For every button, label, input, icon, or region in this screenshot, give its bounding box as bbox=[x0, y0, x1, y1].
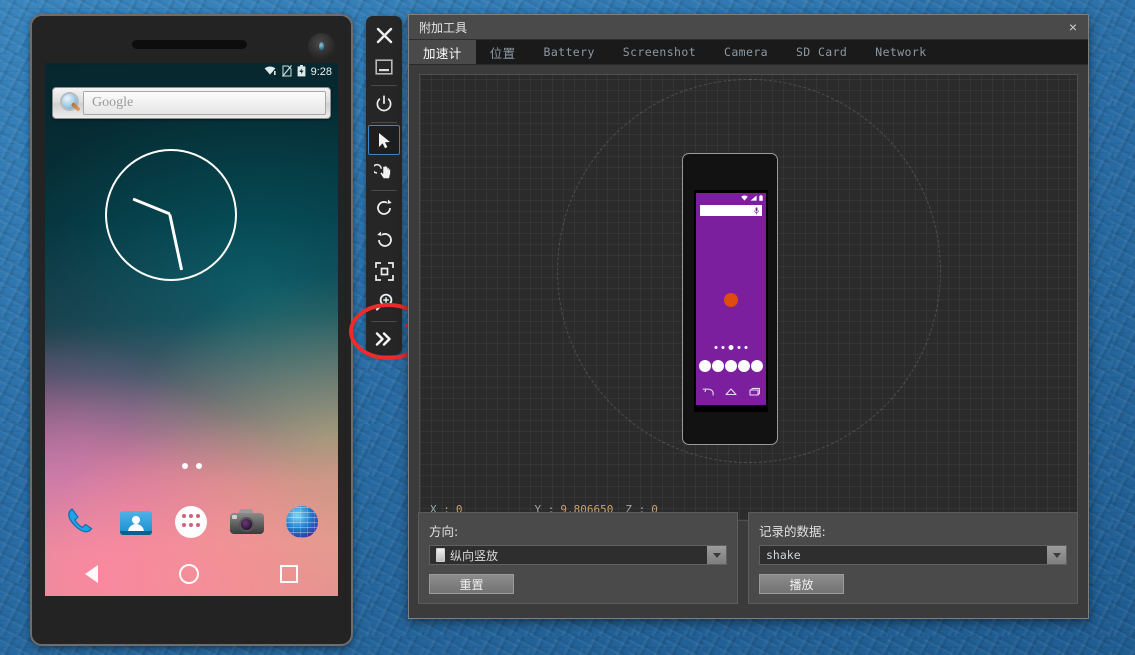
tab-sd-card[interactable]: SD Card bbox=[782, 40, 861, 64]
toolbar-divider bbox=[371, 121, 397, 123]
phone-model-screen bbox=[694, 190, 768, 412]
reset-button[interactable]: 重置 bbox=[429, 574, 514, 594]
search-input[interactable]: Google bbox=[83, 91, 326, 115]
touch-gesture-icon[interactable] bbox=[368, 157, 400, 187]
orientation-selected-value: 纵向竖放 bbox=[450, 548, 499, 563]
clock-hour-hand bbox=[132, 198, 171, 216]
phone-model-home bbox=[696, 193, 766, 405]
close-icon[interactable] bbox=[368, 21, 400, 51]
toolbar-divider bbox=[371, 189, 397, 191]
power-icon[interactable] bbox=[368, 89, 400, 119]
toolbar-divider bbox=[371, 85, 397, 86]
battery-icon bbox=[759, 195, 763, 201]
back-icon bbox=[702, 387, 714, 396]
recorded-data-selected-value: shake bbox=[766, 548, 801, 562]
device-speaker-grille bbox=[132, 40, 247, 49]
chevron-down-icon[interactable] bbox=[1047, 546, 1066, 564]
contacts-icon[interactable] bbox=[117, 503, 155, 541]
phone-model-search-bar bbox=[700, 205, 762, 216]
wifi-icon bbox=[264, 65, 277, 79]
rotate-left-icon[interactable] bbox=[368, 193, 400, 223]
orientation-select[interactable]: 纵向竖放 bbox=[429, 545, 727, 565]
browser-icon[interactable] bbox=[283, 503, 321, 541]
no-sim-icon bbox=[281, 64, 292, 80]
window-title: 附加工具 bbox=[419, 20, 468, 35]
analog-clock-widget[interactable] bbox=[105, 149, 237, 281]
rotate-right-icon[interactable] bbox=[368, 225, 400, 255]
window-title-bar: 附加工具 × bbox=[409, 15, 1088, 40]
recorded-data-panel: 记录的数据: shake 播放 bbox=[748, 512, 1078, 604]
microphone-icon bbox=[754, 206, 759, 214]
minimize-icon[interactable] bbox=[368, 53, 400, 83]
camera-icon[interactable] bbox=[228, 503, 266, 541]
search-icon bbox=[57, 91, 83, 115]
phone-model-status-bar bbox=[741, 195, 763, 201]
close-icon[interactable]: × bbox=[1064, 18, 1082, 36]
tab-camera[interactable]: Camera bbox=[710, 40, 782, 64]
play-button[interactable]: 播放 bbox=[759, 574, 844, 594]
chevron-down-icon[interactable] bbox=[707, 546, 726, 564]
tab-bar: 加速计 位置 Battery Screenshot Camera SD Card… bbox=[409, 40, 1088, 65]
phone-model-page-dots bbox=[714, 345, 748, 350]
home-icon[interactable] bbox=[178, 564, 199, 584]
battery-icon bbox=[297, 64, 306, 80]
recorded-data-select[interactable]: shake bbox=[759, 545, 1067, 565]
fullscreen-icon[interactable] bbox=[368, 256, 400, 286]
device-screen[interactable]: 9:28 Google bbox=[45, 63, 338, 596]
signal-icon bbox=[750, 195, 757, 201]
phone-3d-model[interactable] bbox=[682, 153, 778, 445]
navigation-bar bbox=[45, 552, 338, 596]
portrait-phone-icon bbox=[436, 548, 445, 562]
clock-minute-hand bbox=[168, 213, 184, 271]
recents-icon bbox=[749, 387, 761, 396]
status-clock: 9:28 bbox=[310, 66, 332, 78]
page-dot bbox=[195, 463, 202, 469]
back-icon[interactable] bbox=[85, 565, 99, 583]
tab-location[interactable]: 位置 bbox=[476, 40, 530, 64]
recorded-data-label: 记录的数据: bbox=[759, 524, 826, 539]
apps-icon[interactable] bbox=[172, 503, 210, 541]
phone-model-nav-bar bbox=[696, 381, 766, 401]
page-dot bbox=[181, 463, 188, 469]
device-front-camera bbox=[308, 33, 335, 60]
orientation-panel: 方向: 纵向竖放 重置 bbox=[418, 512, 738, 604]
home-dock bbox=[45, 494, 338, 550]
tab-accelerometer[interactable]: 加速计 bbox=[409, 40, 476, 64]
google-search-widget[interactable]: Google bbox=[52, 87, 331, 119]
home-icon bbox=[725, 387, 737, 395]
android-emulator-device: 9:28 Google bbox=[30, 14, 353, 646]
tab-battery[interactable]: Battery bbox=[530, 40, 609, 64]
orientation-label: 方向: bbox=[429, 524, 459, 539]
recents-icon[interactable] bbox=[279, 565, 298, 583]
phone-model-dock bbox=[696, 355, 766, 377]
tab-network[interactable]: Network bbox=[861, 40, 940, 64]
pointer-tool-icon[interactable] bbox=[368, 125, 400, 155]
wifi-icon bbox=[741, 195, 748, 201]
tab-screenshot[interactable]: Screenshot bbox=[609, 40, 710, 64]
accelerometer-canvas[interactable]: X : 0 Y : 9.806650 Z : 0 bbox=[419, 74, 1078, 521]
home-page-indicator bbox=[181, 463, 202, 469]
phone-icon[interactable] bbox=[62, 503, 100, 541]
status-bar: 9:28 bbox=[45, 63, 338, 81]
accelerometer-position-marker[interactable] bbox=[724, 293, 738, 307]
